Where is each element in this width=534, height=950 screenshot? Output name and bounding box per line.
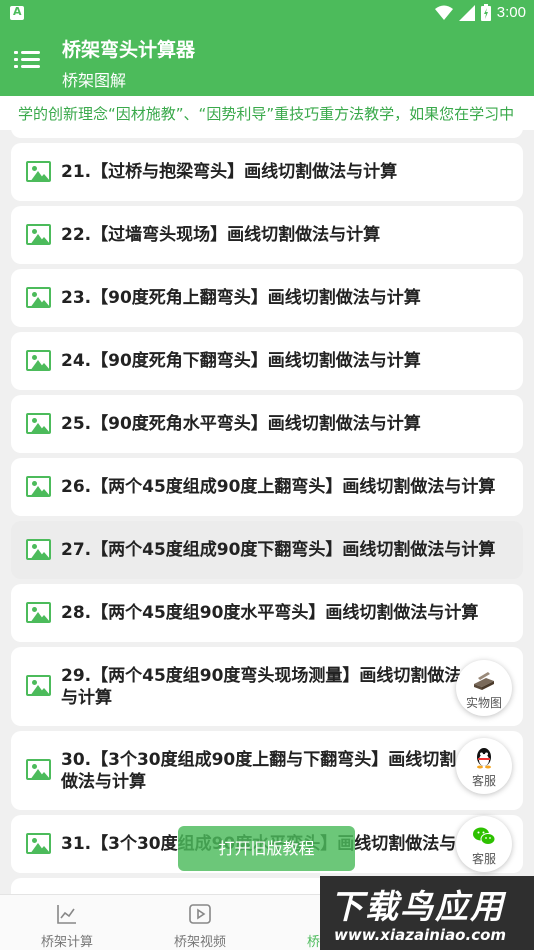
wechat-icon [473, 827, 496, 845]
list-item-partial[interactable] [11, 130, 523, 138]
qq-service-label: 客服 [471, 774, 496, 788]
image-icon [26, 759, 51, 780]
photo-fab[interactable]: 实物图 [456, 660, 512, 716]
app-title: 桥架弯头计算器 [62, 39, 196, 61]
list-item-label: 22.【过墙弯头现场】画线切割做法与计算 [61, 225, 381, 245]
list-item[interactable]: 23.【90度死角上翻弯头】画线切割做法与计算 [11, 269, 523, 327]
marquee-text: 学的创新理念“因材施教”、“因势利导”重技巧重方法教学，如果您在学习中 [18, 105, 515, 123]
image-icon [26, 161, 51, 182]
watermark-url: www.xiazainiao.com [334, 926, 507, 944]
nav-item-video[interactable]: 桥架视频 [135, 895, 265, 950]
image-icon [26, 675, 51, 696]
list-item-label: 30.【3个30度组成90度上翻与下翻弯头】画线切割做法与计算 [61, 750, 457, 792]
notice-marquee: 学的创新理念“因材施教”、“因势利导”重技巧重方法教学，如果您在学习中 [0, 96, 534, 130]
list-item[interactable]: 30.【3个30度组成90度上翻与下翻弯头】画线切割做法与计算 [11, 731, 523, 810]
list-item[interactable]: 26.【两个45度组成90度上翻弯头】画线切割做法与计算 [11, 458, 523, 516]
list-item[interactable]: 28.【两个45度组90度水平弯头】画线切割做法与计算 [11, 584, 523, 642]
chart-icon [57, 905, 76, 924]
list-item[interactable]: 24.【90度死角下翻弯头】画线切割做法与计算 [11, 332, 523, 390]
list-item-label: 25.【90度死角水平弯头】画线切割做法与计算 [61, 414, 421, 434]
list-item-label: 24.【90度死角下翻弯头】画线切割做法与计算 [61, 351, 421, 371]
site-watermark: 下载鸟应用 www.xiazainiao.com [320, 876, 534, 950]
image-icon [26, 602, 51, 623]
list-item[interactable]: 27.【两个45度组成90度下翻弯头】画线切割做法与计算 [11, 521, 523, 579]
image-icon [26, 476, 51, 497]
open-old-tutorial-button[interactable]: 打开旧版教程 [178, 826, 355, 871]
tutorial-list[interactable]: 21.【过桥与抱梁弯头】画线切割做法与计算 22.【过墙弯头现场】画线切割做法与… [0, 130, 534, 894]
nav-label: 桥架计算 [40, 935, 93, 950]
image-icon [26, 539, 51, 560]
list-item[interactable]: 29.【两个45度组90度弯头现场测量】画线切割做法与计算 [11, 647, 523, 726]
qq-icon [477, 748, 491, 769]
page-subtitle: 桥架图解 [62, 71, 127, 90]
nav-item-calculator[interactable]: 桥架计算 [2, 895, 132, 950]
wechat-service-fab[interactable]: 客服 [456, 816, 512, 872]
list-item-label: 29.【两个45度组90度弯头现场测量】画线切割做法与计算 [61, 666, 462, 708]
image-icon [26, 413, 51, 434]
app-toolbar: 桥架弯头计算器 桥架图解 [0, 28, 534, 96]
list-item-label: 21.【过桥与抱梁弯头】画线切割做法与计算 [61, 162, 398, 182]
qq-service-fab[interactable]: 客服 [456, 738, 512, 794]
signal-icon [458, 4, 475, 21]
list-item-label: 28.【两个45度组90度水平弯头】画线切割做法与计算 [61, 603, 479, 623]
image-icon [26, 287, 51, 308]
image-icon [26, 350, 51, 371]
photo-icon [474, 672, 494, 690]
status-icons: 3:00 [434, 4, 526, 21]
list-item[interactable]: 22.【过墙弯头现场】画线切割做法与计算 [11, 206, 523, 264]
photo-fab-label: 实物图 [465, 696, 502, 710]
status-bar: 3:00 [0, 0, 534, 28]
list-item-label: 23.【90度死角上翻弯头】画线切割做法与计算 [61, 288, 421, 308]
video-icon [189, 904, 211, 924]
list-item[interactable]: 21.【过桥与抱梁弯头】画线切割做法与计算 [11, 143, 523, 201]
status-time: 3:00 [496, 4, 526, 21]
battery-icon [480, 4, 491, 21]
list-item[interactable]: 25.【90度死角水平弯头】画线切割做法与计算 [11, 395, 523, 453]
wifi-icon [434, 5, 453, 20]
image-icon [26, 833, 51, 854]
image-icon [26, 224, 51, 245]
watermark-title: 下载鸟应用 [330, 887, 505, 926]
list-item-label: 26.【两个45度组成90度上翻弯头】画线切割做法与计算 [61, 477, 496, 497]
a-notification-icon [10, 5, 24, 20]
wechat-service-label: 客服 [471, 852, 496, 866]
nav-label: 桥架视频 [173, 935, 226, 950]
list-item-label: 27.【两个45度组成90度下翻弯头】画线切割做法与计算 [61, 540, 496, 560]
menu-icon[interactable] [14, 48, 42, 72]
